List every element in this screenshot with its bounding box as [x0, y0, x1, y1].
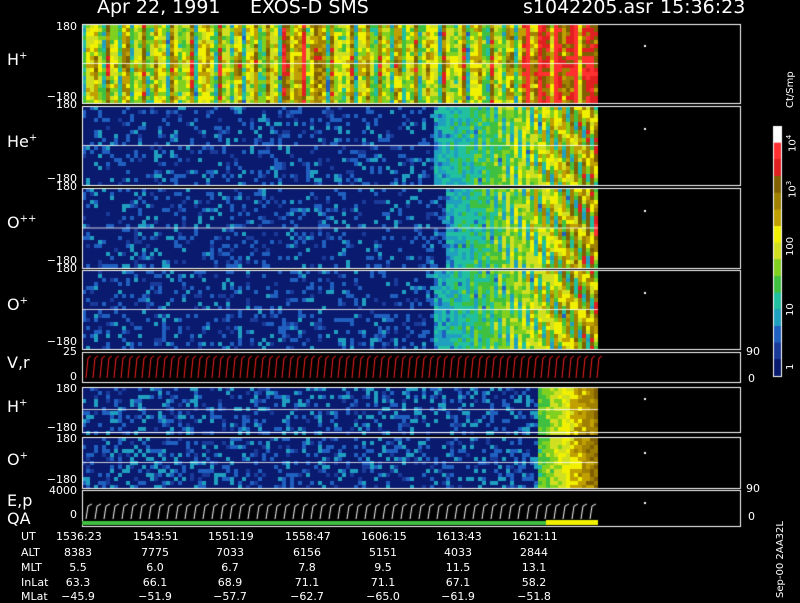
ephemeris-row-label: ALT [21, 546, 40, 559]
ephemeris-cell: 1621:11 [512, 530, 558, 543]
ephemeris-cell: 1613:43 [436, 530, 482, 543]
tick-h-plus-1-top: 180 [56, 20, 77, 33]
ephemeris-cell: −51.8 [517, 590, 551, 603]
ephemeris-cell: 67.1 [445, 576, 471, 589]
panel-label-qa: QA [7, 509, 31, 528]
panel-label-ep: E,p [7, 491, 33, 510]
rtick-ep-top: 90 [746, 482, 760, 495]
spectrogram-canvas [0, 0, 800, 600]
ephemeris-cell: 5151 [369, 546, 397, 559]
ephemeris-cell: −51.9 [138, 590, 172, 603]
panel-label-o-plus-1: O+ [7, 295, 28, 314]
ephemeris-cell: 2844 [520, 546, 548, 559]
ephemeris-cell: 11.5 [445, 561, 471, 574]
ephemeris-cell: 66.1 [142, 576, 168, 589]
ephemeris-cell: 1606:15 [361, 530, 407, 543]
panel-label-o-plus-plus: O++ [7, 213, 37, 232]
ephemeris-row-inlat: InLat 63.3 66.1 68.9 71.1 71.1 67.1 58.2 [0, 576, 800, 589]
ephemeris-cell: −57.7 [213, 590, 247, 603]
colorbar-unit: Ct/Smp [785, 71, 796, 108]
tick-o-plus-plus-top: 180 [56, 180, 77, 193]
ephemeris-cell: −45.9 [61, 590, 95, 603]
ephemeris-cell: −65.0 [366, 590, 400, 603]
ephemeris-cell: 63.3 [65, 576, 91, 589]
ephemeris-cell: −62.7 [290, 590, 324, 603]
panel-label-vr: V,r [7, 353, 30, 372]
colorbar-tick-1: 1 [785, 363, 796, 370]
colorbar-tick-1e3: 103 [785, 180, 799, 198]
panel-label-o-plus-2: O+ [7, 450, 28, 469]
tick-o-plus-2-top: 180 [56, 432, 77, 445]
plot-file: s1042205.asr [523, 0, 653, 18]
ephemeris-row-label: MLat [21, 590, 48, 603]
plot-date: Apr 22, 1991 [97, 0, 221, 18]
rtick-vr-bottom: 0 [748, 372, 755, 385]
tick-vr-top: 25 [63, 345, 77, 358]
tick-o-plus-1-top: 180 [56, 262, 77, 275]
rtick-vr-top: 90 [746, 345, 760, 358]
ephemeris-cell: 1536:23 [56, 530, 102, 543]
ephemeris-cell: 6.0 [146, 561, 164, 574]
ephemeris-cell: 4033 [444, 546, 472, 559]
colorbar-tick-1e4: 104 [785, 134, 799, 152]
ephemeris-cell: −61.9 [441, 590, 475, 603]
ephemeris-row-alt: ALT 8383 7775 7033 6156 5151 4033 2844 [0, 546, 800, 559]
ephemeris-cell: 68.9 [217, 576, 243, 589]
ephemeris-cell: 8383 [64, 546, 92, 559]
colorbar-tick-100: 100 [785, 236, 796, 256]
tick-he-plus-top: 180 [56, 98, 77, 111]
plot-instrument: EXOS-D SMS [250, 0, 369, 18]
tick-ep-bottom: 0 [70, 508, 77, 521]
ephemeris-cell: 58.2 [521, 576, 547, 589]
ephemeris-cell: 7775 [141, 546, 169, 559]
colorbar-tick-10: 10 [785, 303, 796, 316]
ephemeris-row-mlt: MLT 5.5 6.0 6.7 7.8 9.5 11.5 13.1 [0, 561, 800, 574]
plot-time: 15:36:23 [660, 0, 746, 18]
ephemeris-cell: 9.5 [374, 561, 392, 574]
panel-label-h-plus-2: H+ [7, 397, 28, 416]
ephemeris-row-label: UT [21, 530, 36, 543]
ephemeris-cell: 1558:47 [285, 530, 331, 543]
ephemeris-cell: 6.7 [221, 561, 239, 574]
ephemeris-cell: 7.8 [298, 561, 316, 574]
tick-h-plus-2-top: 180 [56, 382, 77, 395]
ephemeris-cell: 7033 [216, 546, 244, 559]
ephemeris-row-label: InLat [21, 576, 49, 589]
ephemeris-cell: 1543:51 [133, 530, 179, 543]
panel-label-h-plus-1: H+ [7, 50, 28, 69]
ephemeris-row-label: MLT [21, 561, 42, 574]
ephemeris-cell: 6156 [293, 546, 321, 559]
ephemeris-cell: 13.1 [521, 561, 547, 574]
ephemeris-row-ut: UT 1536:23 1543:51 1551:19 1558:47 1606:15 161… [0, 530, 800, 543]
ephemeris-cell: 71.1 [294, 576, 320, 589]
ephemeris-row-mlat: MLat −45.9 −51.9 −57.7 −62.7 −65.0 −61.9 −51.8 [0, 590, 800, 603]
ephemeris-cell: 1551:19 [208, 530, 254, 543]
panel-label-he-plus: He+ [7, 132, 38, 151]
rtick-ep-bottom: 0 [748, 510, 755, 523]
ephemeris-cell: 71.1 [370, 576, 396, 589]
ephemeris-cell: 5.5 [69, 561, 87, 574]
tick-ep-top: 4000 [49, 484, 77, 497]
